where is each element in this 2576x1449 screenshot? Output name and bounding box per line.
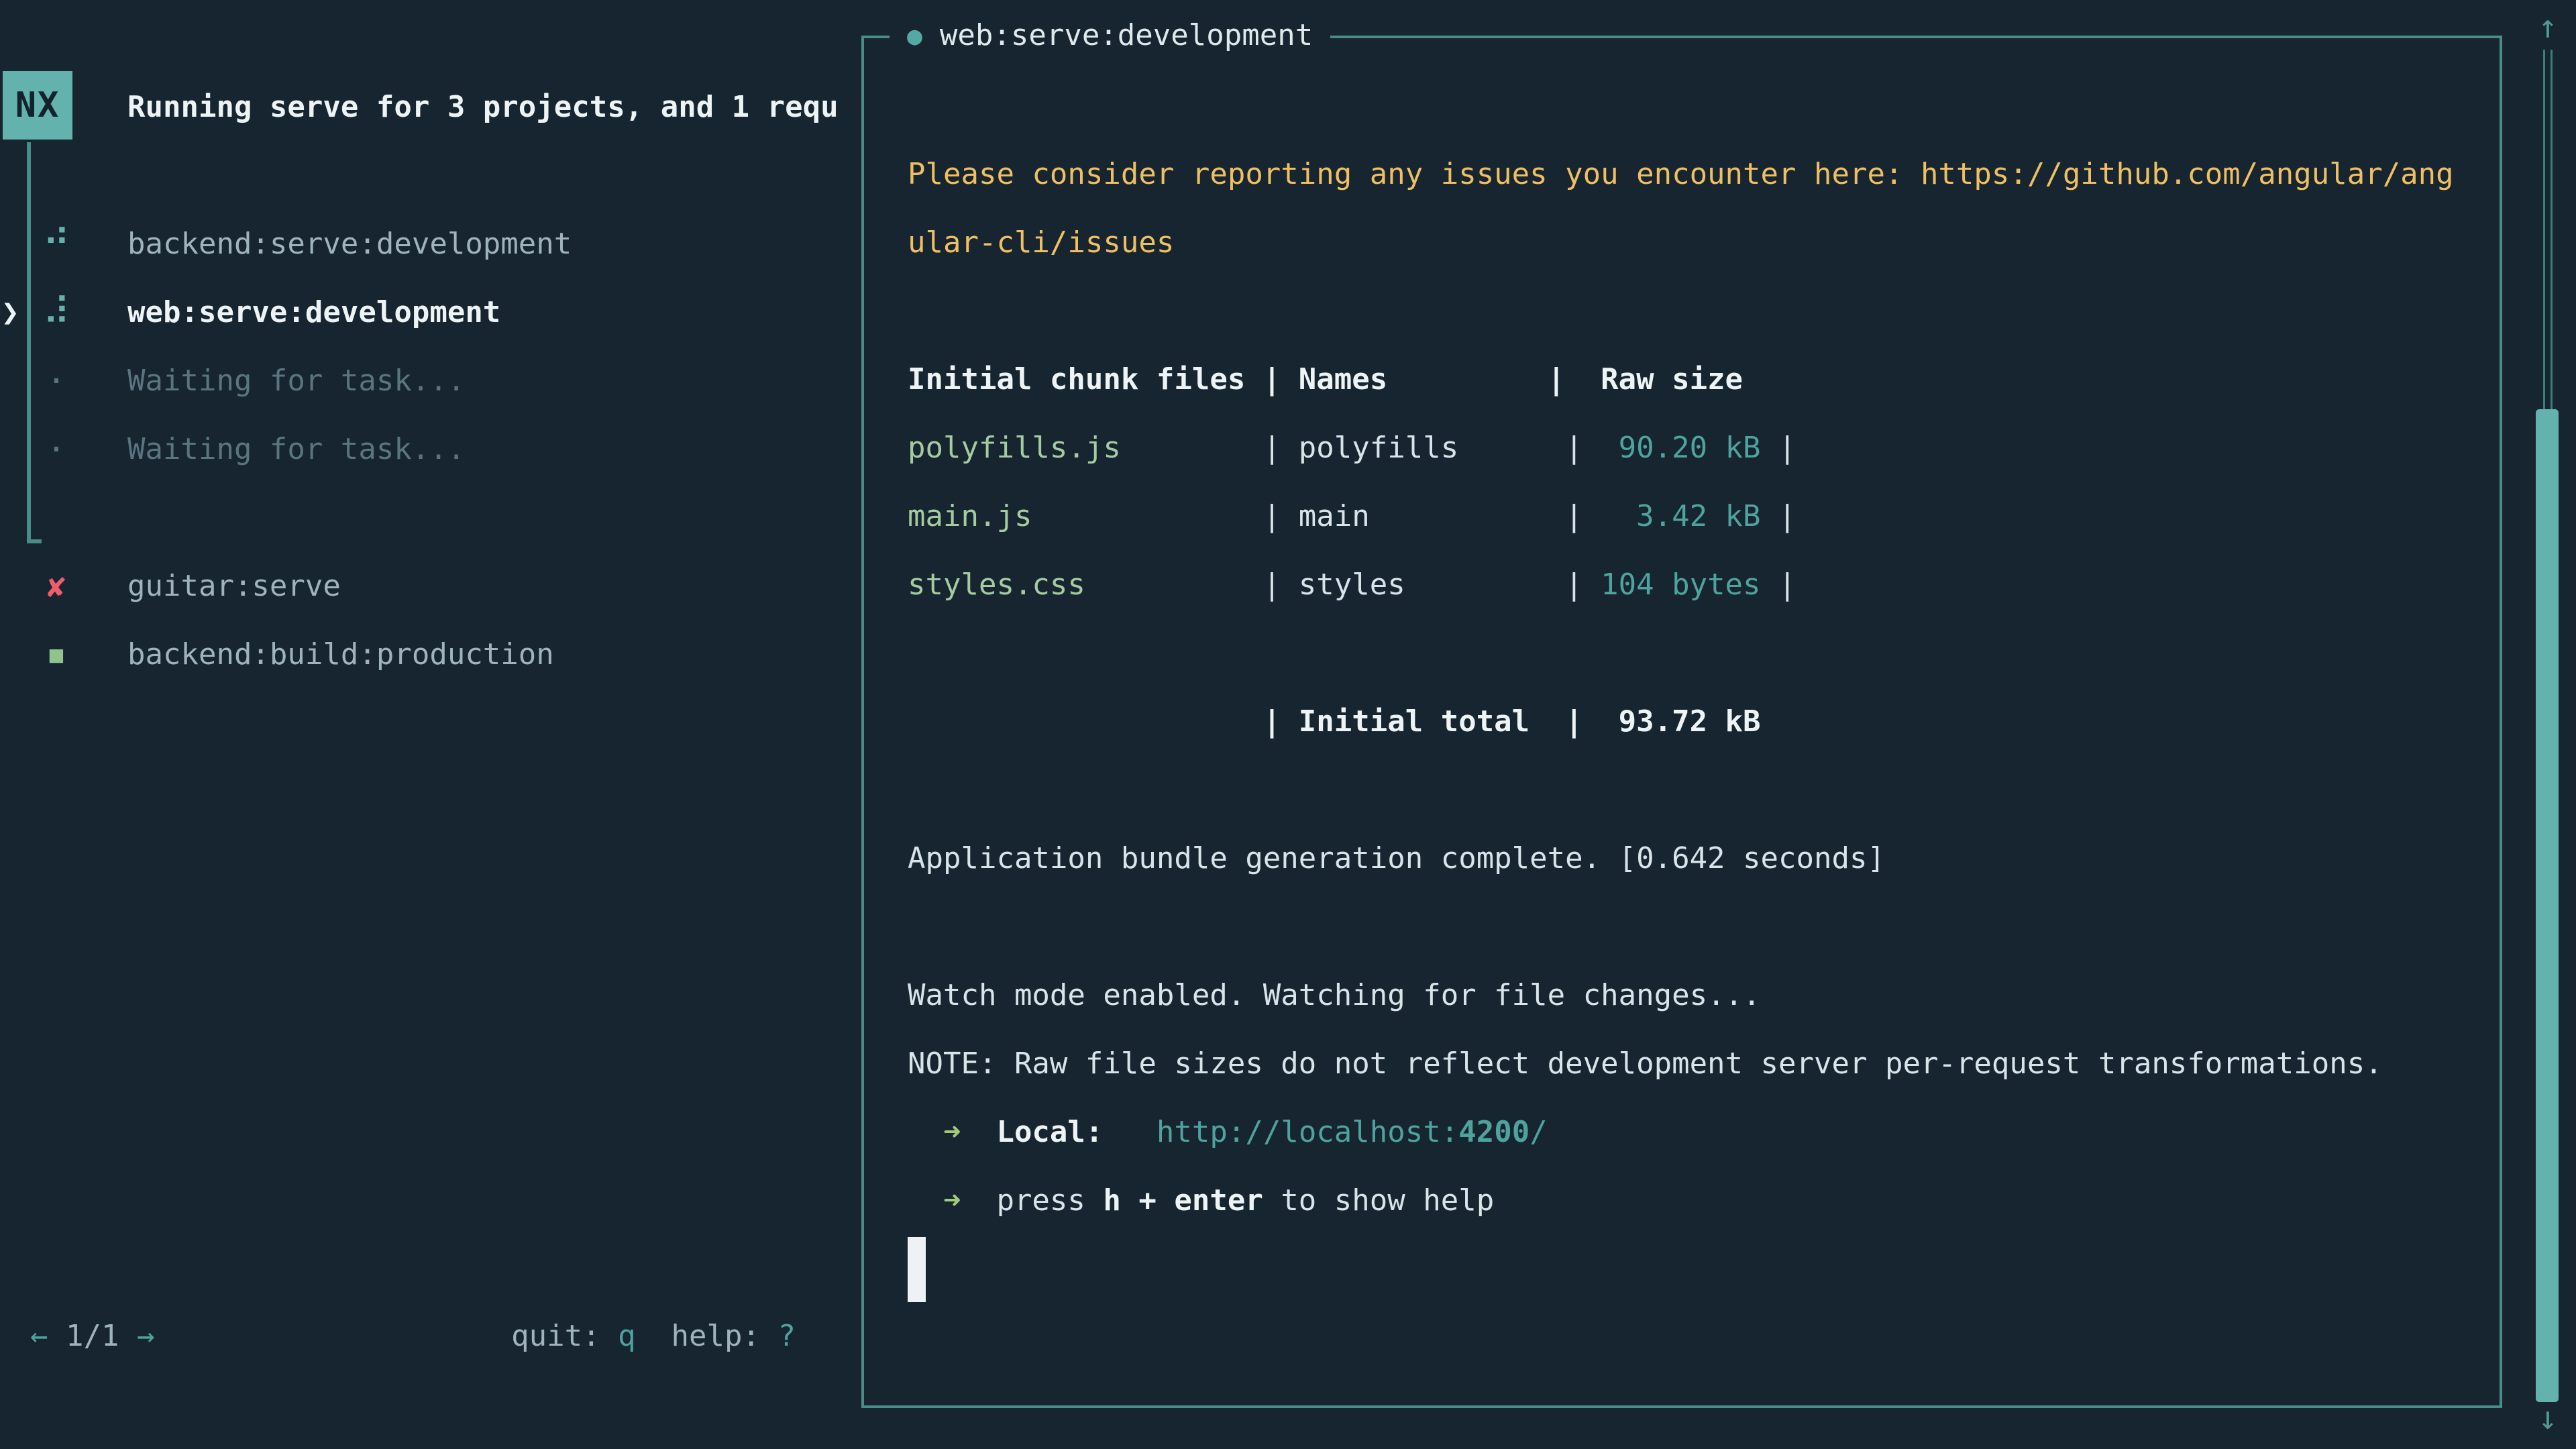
spinner-icon: ⠚ (30, 210, 83, 278)
text-segment: | (1761, 499, 1796, 533)
terminal-output-line: NOTE: Raw file sizes do not reflect deve… (908, 1030, 2383, 1098)
quit-hint-label: quit: (511, 1319, 618, 1353)
task-label: backend:build:production (127, 621, 554, 689)
task-label: web:serve:development (127, 278, 500, 347)
scrollbar-thumb[interactable] (2536, 409, 2559, 1402)
bullet-icon: · (30, 347, 83, 415)
text-segment (1103, 1115, 1156, 1149)
help-hint-key: ? (778, 1319, 796, 1353)
pager-prev-arrow-icon[interactable]: ← (30, 1319, 48, 1353)
terminal-output-line: Watch mode enabled. Watching for file ch… (908, 961, 1761, 1030)
text-segment: | (1761, 568, 1796, 602)
scrollbar-track[interactable] (2543, 50, 2553, 412)
task-label: backend:serve:development (127, 210, 572, 278)
task-row[interactable]: ✘ guitar:serve (0, 552, 859, 621)
spinner-icon: ⠼ (30, 278, 83, 347)
sidebar-bottom-bar: ← 1/1 → quit: q help: ? (30, 1302, 796, 1371)
tasks-header-title: Running serve for 3 projects, and 1 requ (127, 73, 839, 142)
task-label: guitar:serve (127, 552, 341, 621)
terminal-output-line: ➜ press h + enter to show help (908, 1167, 1494, 1235)
text-segment: press (996, 1183, 1103, 1218)
pager: ← 1/1 → (30, 1302, 154, 1371)
task-row[interactable]: · Waiting for task... (0, 415, 859, 484)
terminal-output-line: ➜ Local: http://localhost:4200/ (908, 1098, 1548, 1167)
local-url-link[interactable]: http://localhost: (1157, 1115, 1458, 1149)
text-segment: Application bundle generation complete. … (908, 841, 1885, 875)
task-tree-corner (27, 539, 42, 543)
terminal-output-line: | Initial total | 93.72 kB (908, 688, 1761, 756)
terminal-output-line: Please consider reporting any issues you… (908, 140, 2454, 209)
text-segment: 104 bytes (1601, 568, 1760, 602)
selected-chevron-icon: ❯ (1, 278, 19, 347)
scroll-down-arrow-icon[interactable]: ↓ (2526, 1397, 2569, 1440)
cross-icon: ✘ (30, 552, 83, 621)
terminal-output-line: main.js | main | 3.42 kB | (908, 482, 1796, 551)
text-segment: 3.42 kB (1636, 499, 1760, 533)
arrow-icon: ➜ (908, 1183, 996, 1218)
square-icon: ■ (30, 621, 83, 689)
arrow-icon: ➜ (908, 1115, 996, 1149)
output-panel-header: ● web:serve:development (890, 15, 1330, 56)
text-segment: Local: (996, 1115, 1103, 1149)
local-url-port[interactable]: 4200 (1458, 1115, 1529, 1149)
nx-tui-terminal: NX Running serve for 3 projects, and 1 r… (0, 0, 2576, 1449)
text-segment: polyfills.js (908, 431, 1121, 465)
terminal-cursor (908, 1237, 926, 1302)
text-segment: h + enter (1103, 1183, 1263, 1218)
text-segment: | styles | (1085, 568, 1601, 602)
text-segment: styles.css (908, 568, 1085, 602)
task-row[interactable]: ■ backend:build:production (0, 621, 859, 689)
task-label: Waiting for task... (127, 415, 465, 484)
quit-hint-key: q (618, 1319, 636, 1353)
text-segment: main.js (908, 499, 1032, 533)
text-segment: | main | (1032, 499, 1636, 533)
task-row[interactable]: · Waiting for task... (0, 347, 859, 415)
text-segment: Please consider reporting any issues you… (908, 157, 2454, 191)
text-segment: | Initial total | 93.72 kB (908, 704, 1761, 739)
local-url-slash[interactable]: / (1529, 1115, 1548, 1149)
text-segment: | polyfills | (1121, 431, 1619, 465)
text-segment: ular-cli/issues (908, 225, 1174, 260)
terminal-output-line: Application bundle generation complete. … (908, 824, 1885, 893)
task-label: Waiting for task... (127, 347, 465, 415)
status-dot-icon: ● (907, 15, 922, 56)
text-segment: to show help (1263, 1183, 1494, 1218)
text-segment: | (1761, 431, 1796, 465)
scroll-up-arrow-icon[interactable]: ↑ (2526, 5, 2569, 48)
output-panel-title: web:serve:development (940, 15, 1313, 56)
terminal-output-line: styles.css | styles | 104 bytes | (908, 551, 1796, 619)
pager-label: 1/1 (48, 1319, 137, 1353)
text-segment: 90.20 kB (1619, 431, 1761, 465)
text-segment: NOTE: Raw file sizes do not reflect deve… (908, 1046, 2383, 1081)
terminal-output-line: Initial chunk files | Names | Raw size (908, 345, 1743, 414)
task-row[interactable]: ⠚ backend:serve:development (0, 210, 859, 278)
pager-next-arrow-icon[interactable]: → (137, 1319, 155, 1353)
help-hint-label: help: (672, 1319, 778, 1353)
terminal-output-line: ular-cli/issues (908, 209, 1174, 277)
key-hints: quit: q help: ? (511, 1302, 796, 1371)
bullet-icon: · (30, 415, 83, 484)
text-segment: Watch mode enabled. Watching for file ch… (908, 978, 1761, 1012)
task-row[interactable]: ❯⠼ web:serve:development (0, 278, 859, 347)
text-segment: Initial chunk files | Names | Raw size (908, 362, 1743, 396)
terminal-output-line: polyfills.js | polyfills | 90.20 kB | (908, 414, 1796, 482)
nx-logo: NX (3, 71, 72, 140)
